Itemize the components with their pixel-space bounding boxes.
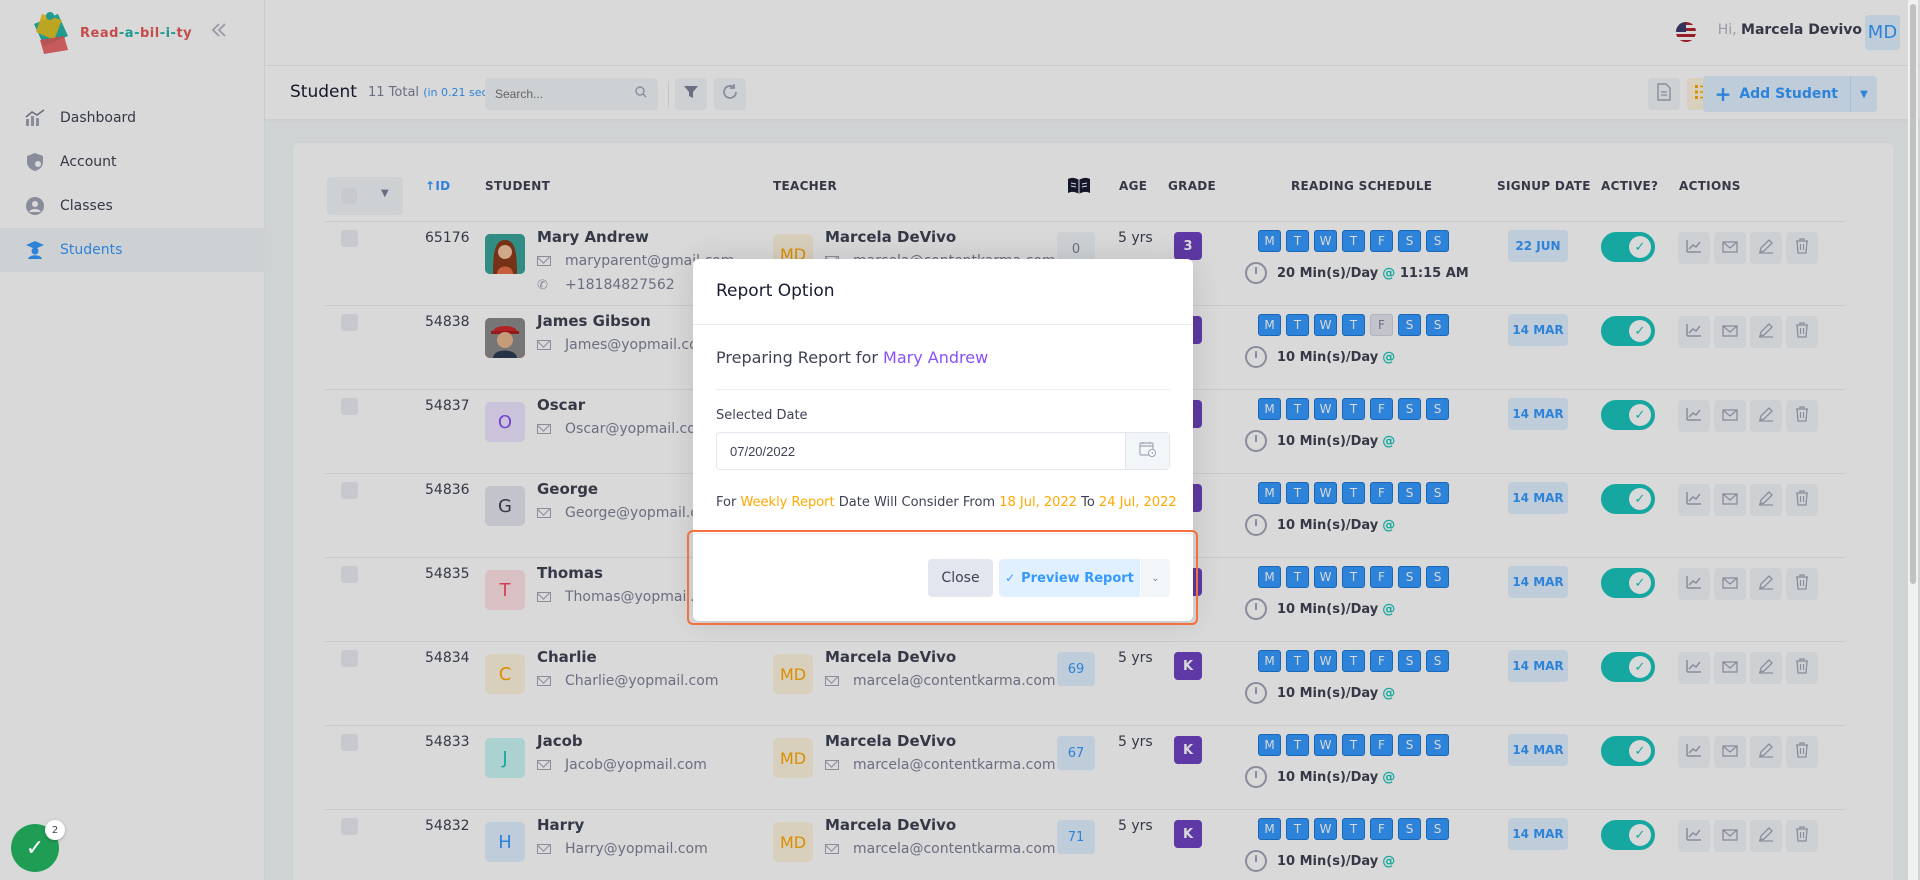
- modal-divider: [693, 324, 1193, 325]
- check-icon: ✓: [25, 835, 45, 861]
- report-student-name: Mary Andrew: [883, 348, 989, 367]
- scrollbar-thumb[interactable]: [1910, 4, 1916, 584]
- calendar-button[interactable]: [1125, 433, 1169, 469]
- report-from-date: 18 Jul, 2022: [999, 495, 1077, 510]
- report-to-date: 24 Jul, 2022: [1098, 495, 1177, 510]
- preparing-report-text: Preparing Report for Mary Andrew: [716, 348, 989, 367]
- date-picker: [716, 432, 1170, 470]
- report-range-text: For Weekly Report Date Will Consider Fro…: [716, 495, 1177, 510]
- modal-title: Report Option: [716, 281, 835, 301]
- report-type: Weekly Report: [740, 495, 835, 510]
- selected-date-label: Selected Date: [716, 408, 808, 423]
- selected-date-input[interactable]: [717, 433, 1125, 469]
- calendar-icon: [1138, 441, 1157, 461]
- footer-highlight-box: [687, 530, 1198, 625]
- modal-divider: [716, 389, 1170, 390]
- fab-badge: 2: [45, 820, 65, 840]
- page-scrollbar[interactable]: [1908, 0, 1918, 880]
